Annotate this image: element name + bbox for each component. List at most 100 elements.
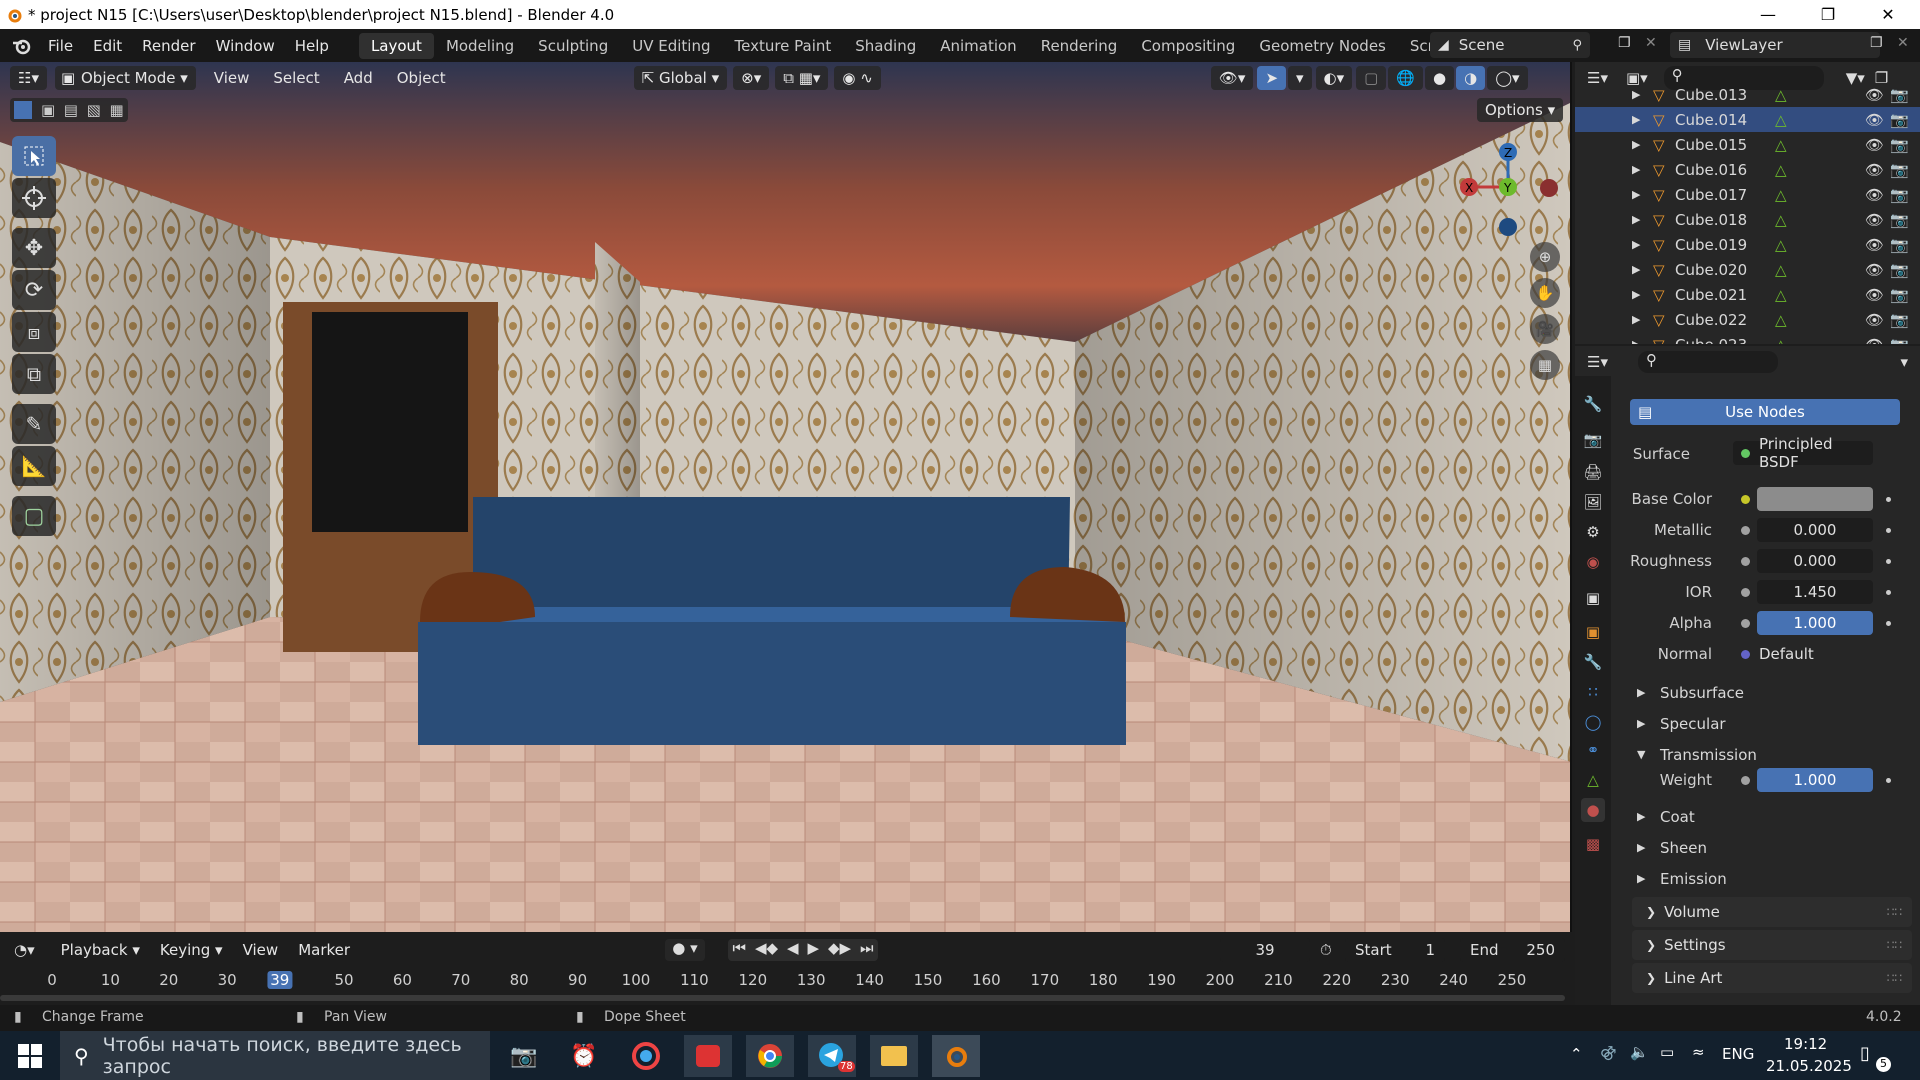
cursor-tool[interactable] <box>12 178 56 218</box>
properties-editor-icon[interactable]: ☰▾ <box>1587 353 1608 371</box>
menu-add[interactable]: Add <box>336 66 381 90</box>
select-box-tool[interactable] <box>12 136 56 176</box>
select-subtract-icon[interactable]: ▤ <box>64 101 78 119</box>
keyframe-dot-icon[interactable] <box>1886 778 1891 783</box>
input-socket-icon[interactable] <box>1741 619 1750 628</box>
tool-tab-icon[interactable]: 🔧 <box>1581 392 1605 416</box>
expand-arrow-icon[interactable]: ▶ <box>1632 238 1640 251</box>
modifier-tab-icon[interactable]: 🔧 <box>1581 650 1605 674</box>
chrome-icon[interactable] <box>746 1035 794 1077</box>
scene-selector[interactable]: ◢ Scene ⚲ <box>1430 32 1590 58</box>
property-field[interactable]: 1.000 <box>1757 611 1873 635</box>
expand-arrow-icon[interactable]: ▶ <box>1632 338 1640 344</box>
tab-uv-editing[interactable]: UV Editing <box>620 33 722 59</box>
camera-render-icon[interactable]: 📷 <box>1890 336 1909 345</box>
use-nodes-button[interactable]: ▤ Use Nodes <box>1630 399 1900 425</box>
3d-viewport[interactable] <box>0 62 1572 932</box>
app-red-icon[interactable] <box>684 1035 732 1077</box>
camera-render-icon[interactable]: 📷 <box>1890 111 1909 129</box>
constraints-tab-icon[interactable]: ⚭ <box>1581 738 1605 762</box>
blender-taskbar-icon[interactable] <box>932 1035 980 1077</box>
tab-compositing[interactable]: Compositing <box>1129 33 1247 59</box>
tab-modeling[interactable]: Modeling <box>434 33 526 59</box>
drag-handle-icon[interactable]: ∷∷ <box>1887 971 1902 985</box>
subpanel-header[interactable]: Transmission <box>1660 746 1757 764</box>
blender-menu-icon[interactable] <box>12 37 32 55</box>
eye-icon[interactable]: 👁 <box>1865 211 1884 229</box>
pin-icon[interactable]: ⚲ <box>1572 38 1582 53</box>
data-tab-icon[interactable]: △ <box>1581 768 1605 792</box>
drag-handle-icon[interactable]: ∷∷ <box>1887 938 1902 952</box>
outliner-item[interactable]: ▶ ▽ Cube.013 △ 👁 📷 <box>1575 82 1920 107</box>
input-socket-icon[interactable] <box>1741 776 1750 785</box>
subpanel-header[interactable]: Subsurface <box>1660 684 1744 702</box>
rotate-tool[interactable]: ⟳ <box>12 270 56 310</box>
keyframe-dot-icon[interactable] <box>1886 528 1891 533</box>
eye-icon[interactable]: 👁 <box>1865 336 1884 345</box>
keyframe-dot-icon[interactable] <box>1886 590 1891 595</box>
delete-scene-icon[interactable]: ✕ <box>1645 35 1657 51</box>
tab-shading[interactable]: Shading <box>843 33 928 59</box>
visibility-icon[interactable]: 👁▾ <box>1210 66 1254 90</box>
menu-window[interactable]: Window <box>206 37 285 55</box>
camera-view-icon[interactable]: 🎥 <box>1530 314 1560 344</box>
section-arrow-icon[interactable]: ▼ <box>1637 748 1645 761</box>
eye-icon[interactable]: 👁 <box>1865 261 1884 279</box>
expand-arrow-icon[interactable]: ▶ <box>1632 213 1640 226</box>
outliner-item[interactable]: ▶ ▽ Cube.014 △ 👁 📷 <box>1575 107 1920 132</box>
options-dropdown[interactable]: Options ▾ <box>1477 98 1564 122</box>
panel-settings[interactable]: ❯ Settings ∷∷ <box>1632 930 1912 960</box>
camera-render-icon[interactable]: 📷 <box>1890 161 1909 179</box>
eye-icon[interactable]: 👁 <box>1865 311 1884 329</box>
camera-render-icon[interactable]: 📷 <box>1890 211 1909 229</box>
taskbar-search[interactable]: ⚲ Чтобы начать поиск, введите здесь запр… <box>60 1031 490 1080</box>
weight-field[interactable]: 1.000 <box>1757 768 1873 792</box>
volume-icon[interactable]: 🔈 <box>1630 1043 1649 1061</box>
section-arrow-icon[interactable]: ▶ <box>1637 717 1645 730</box>
color-app-icon[interactable] <box>622 1035 670 1077</box>
subpanel-header[interactable]: Coat <box>1660 808 1695 826</box>
scale-tool[interactable]: ⧈ <box>12 312 56 352</box>
transform-tool[interactable]: ⧉ <box>12 354 56 394</box>
eye-icon[interactable]: 👁 <box>1865 86 1884 104</box>
tab-texture-paint[interactable]: Texture Paint <box>722 33 843 59</box>
tab-geometry-nodes[interactable]: Geometry Nodes <box>1247 33 1398 59</box>
texture-tab-icon[interactable]: ▩ <box>1581 832 1605 856</box>
view-layer-tab-icon[interactable]: 🖼 <box>1581 490 1605 514</box>
new-view-layer-icon[interactable]: ❐ <box>1870 35 1883 51</box>
expand-arrow-icon[interactable]: ▶ <box>1632 188 1640 201</box>
subpanel-header[interactable]: Emission <box>1660 870 1727 888</box>
select-invert-icon[interactable]: ▧ <box>87 101 101 119</box>
menu-edit[interactable]: Edit <box>83 37 132 55</box>
close-window-button[interactable]: ✕ <box>1860 0 1916 29</box>
material-tab-icon[interactable]: ● <box>1581 798 1605 822</box>
menu-view[interactable]: View <box>206 66 258 90</box>
menu-help[interactable]: Help <box>285 37 339 55</box>
editor-type-icon[interactable]: ☷▾ <box>10 66 47 90</box>
panel-volume[interactable]: ❯ Volume ∷∷ <box>1632 897 1912 927</box>
property-field[interactable] <box>1757 487 1873 511</box>
outliner-item[interactable]: ▶ ▽ Cube.022 △ 👁 📷 <box>1575 307 1920 332</box>
telegram-icon[interactable]: 78 <box>808 1035 856 1077</box>
start-button[interactable] <box>6 1035 54 1077</box>
gizmo-toggle-icon[interactable]: ➤ <box>1257 66 1287 90</box>
input-socket-icon[interactable] <box>1741 557 1750 566</box>
eye-icon[interactable]: 👁 <box>1865 136 1884 154</box>
annotate-tool[interactable]: ✎ <box>12 404 56 444</box>
expand-arrow-icon[interactable]: ▶ <box>1632 263 1640 276</box>
outliner-item[interactable]: ▶ ▽ Cube.017 △ 👁 📷 <box>1575 182 1920 207</box>
minimize-button[interactable]: — <box>1740 0 1796 29</box>
network-app-icon[interactable]: ⚣ <box>1600 1043 1616 1061</box>
rendered-shading-icon[interactable]: ◯▾ <box>1487 66 1528 90</box>
properties-options-icon[interactable]: ▾ <box>1900 353 1908 371</box>
measure-tool[interactable]: 📐 <box>12 446 56 486</box>
expand-arrow-icon[interactable]: ▶ <box>1632 88 1640 101</box>
particles-tab-icon[interactable]: ∷ <box>1581 680 1605 704</box>
outliner-item[interactable]: ▶ ▽ Cube.020 △ 👁 📷 <box>1575 257 1920 282</box>
select-new-icon[interactable] <box>14 101 33 119</box>
camera-render-icon[interactable]: 📷 <box>1890 236 1909 254</box>
clock-time[interactable]: 19:12 <box>1784 1035 1827 1053</box>
move-tool[interactable]: ✥ <box>12 228 56 268</box>
physics-tab-icon[interactable]: ◯ <box>1581 710 1605 734</box>
tab-rendering[interactable]: Rendering <box>1029 33 1130 59</box>
